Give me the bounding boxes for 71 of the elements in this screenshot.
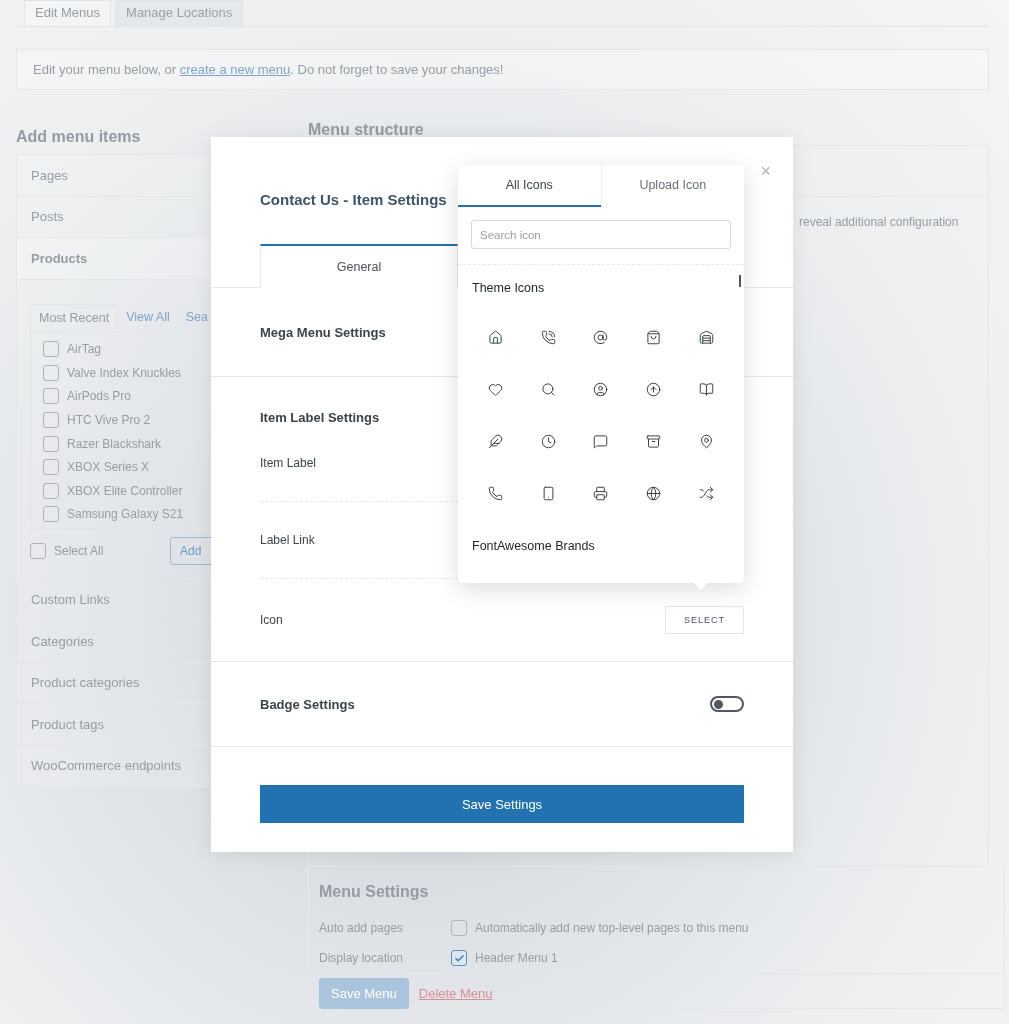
page-tab[interactable]: Manage Locations (115, 0, 244, 26)
book-icon[interactable] (699, 381, 715, 397)
at-sign-icon[interactable] (593, 329, 609, 345)
panel-tab[interactable]: Most Recent (30, 303, 119, 331)
product-label: HTC Vive Pro 2 (67, 413, 151, 428)
checkbox[interactable] (43, 459, 59, 476)
arrow-up-circle-icon[interactable] (646, 381, 662, 397)
check-icon (453, 952, 465, 964)
hint-text: reveal additional configuration (799, 215, 959, 229)
search-field[interactable]: Search icon (471, 220, 731, 249)
product-label: Valve Index Knuckles (67, 365, 181, 380)
search-icon[interactable] (540, 381, 556, 397)
picker-tab[interactable]: Upload Icon (600, 165, 744, 207)
phone-icon[interactable] (487, 485, 503, 501)
option-label: Header Menu 1 (475, 951, 558, 965)
heart-icon[interactable] (487, 381, 503, 397)
section-title: Mega Menu Settings (260, 324, 386, 340)
save-menu-button[interactable]: Save Menu (319, 978, 409, 1009)
close-button[interactable]: × (760, 161, 771, 182)
checkbox[interactable] (43, 412, 59, 429)
select-all-label: Select All (54, 543, 104, 558)
group-title: Theme Icons (472, 281, 546, 295)
notice-text: Edit your menu below, or create a new menu. Do not forget to save your changes! (16, 49, 989, 90)
feather-icon[interactable] (487, 433, 503, 449)
map-pin-icon[interactable] (699, 433, 715, 449)
user-circle-icon[interactable] (593, 381, 609, 397)
checkbox[interactable] (43, 364, 59, 381)
checkbox[interactable] (451, 920, 467, 936)
speech-bubble-icon[interactable] (593, 433, 609, 449)
scrollbar-thumb (739, 275, 741, 287)
house-icon[interactable] (487, 329, 503, 345)
checkbox[interactable] (43, 341, 59, 358)
section-heading: Add menu items (16, 128, 142, 147)
select-icon-button[interactable]: SELECT (665, 606, 744, 634)
panel-tab[interactable]: View All (118, 303, 178, 331)
setting-label: Display location (319, 951, 405, 965)
checkbox[interactable] (43, 506, 59, 523)
picker-tab[interactable]: All Icons (458, 165, 601, 207)
save-settings-button[interactable]: Save Settings (260, 785, 744, 823)
group-title: FontAwesome Brands (472, 539, 596, 553)
section-title: Item Label Settings (260, 410, 380, 425)
checkbox[interactable] (43, 388, 59, 405)
product-label: Samsung Galaxy S21 (67, 507, 184, 522)
clock-icon[interactable] (540, 433, 556, 449)
field-label: Item Label (260, 456, 317, 470)
shopping-bag-icon[interactable] (646, 329, 662, 345)
section-heading: Menu Settings (319, 883, 430, 902)
shuffle-icon[interactable] (699, 485, 715, 501)
product-label: Razer Blackshark (67, 436, 162, 451)
dialog-tab[interactable]: General (260, 244, 458, 288)
checkbox[interactable] (43, 435, 59, 452)
delete-menu-link[interactable]: Delete Menu (418, 986, 493, 1001)
product-label: XBOX Series X (67, 460, 150, 475)
section-heading: Menu structure (308, 121, 425, 140)
warehouse-icon[interactable] (699, 329, 715, 345)
checkbox[interactable] (30, 542, 46, 559)
globe-icon[interactable] (646, 485, 662, 501)
page-tab[interactable]: Edit Menus (24, 0, 112, 26)
product-label: AirTag (67, 342, 101, 357)
option-label: Automatically add new top-level pages to this menu (475, 921, 749, 935)
checkbox[interactable] (43, 482, 59, 499)
product-label: AirPods Pro (67, 389, 132, 404)
smartphone-icon[interactable] (540, 485, 556, 501)
field-label: Label Link (260, 533, 315, 547)
product-label: XBOX Elite Controller (67, 483, 183, 498)
checkbox[interactable] (451, 950, 467, 966)
toggle-switch[interactable] (710, 696, 744, 712)
archive-box-icon[interactable] (646, 433, 662, 449)
phone-call-icon[interactable] (540, 329, 556, 345)
setting-label: Auto add pages (319, 921, 405, 935)
printer-icon[interactable] (593, 485, 609, 501)
